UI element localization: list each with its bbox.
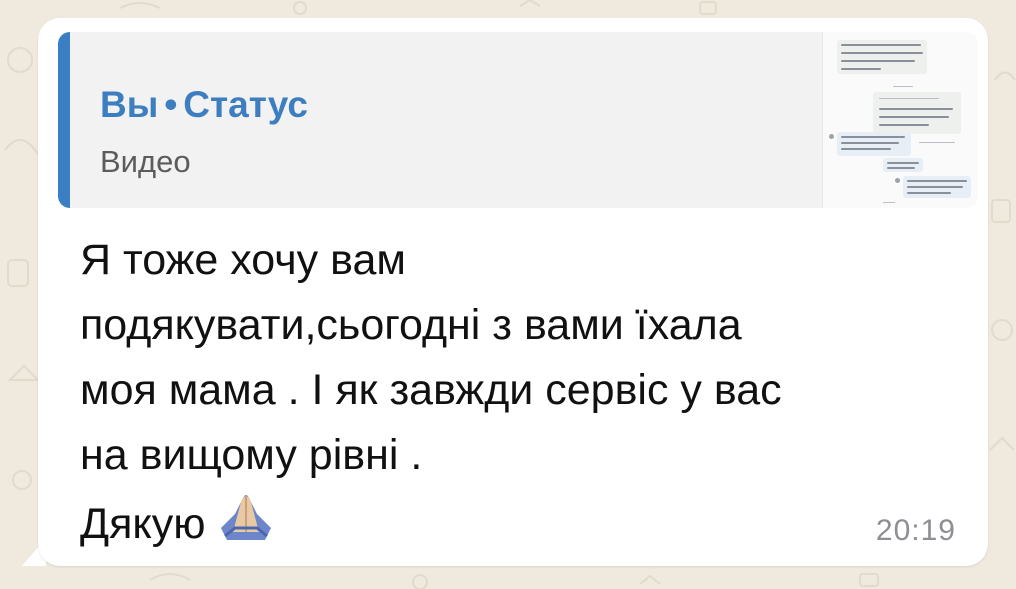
- quote-title: Вы • Статус: [100, 84, 308, 126]
- status-video-thumbnail[interactable]: [822, 32, 978, 208]
- quote-separator: •: [164, 84, 178, 125]
- message-timestamp: 20:19: [875, 514, 956, 547]
- quote-media-type: Видео: [100, 144, 191, 179]
- message-line-4: на вищому рівні .: [80, 431, 423, 479]
- message-thanks: Дякую: [80, 500, 206, 548]
- message-line-2: подякувати,сьогодні з вами їхала: [80, 301, 742, 349]
- quote-kind: Статус: [183, 84, 308, 125]
- message-line-1: Я тоже хочу вам: [80, 236, 406, 284]
- status-reply-quote[interactable]: Вы • Статус Видео: [58, 32, 978, 208]
- quote-sender: Вы: [100, 84, 159, 125]
- quote-accent-bar: [58, 32, 70, 208]
- message-line-5: Дякую: [80, 488, 960, 557]
- message-line-3: моя мама . І як завжди сервіс у вас: [80, 366, 782, 414]
- message-text: Я тоже хочу вам подякувати,сьогодні з ва…: [80, 228, 960, 557]
- message-bubble[interactable]: Вы • Статус Видео Я тоже хочу вам подяку…: [38, 18, 988, 566]
- folded-hands-icon: [215, 488, 277, 542]
